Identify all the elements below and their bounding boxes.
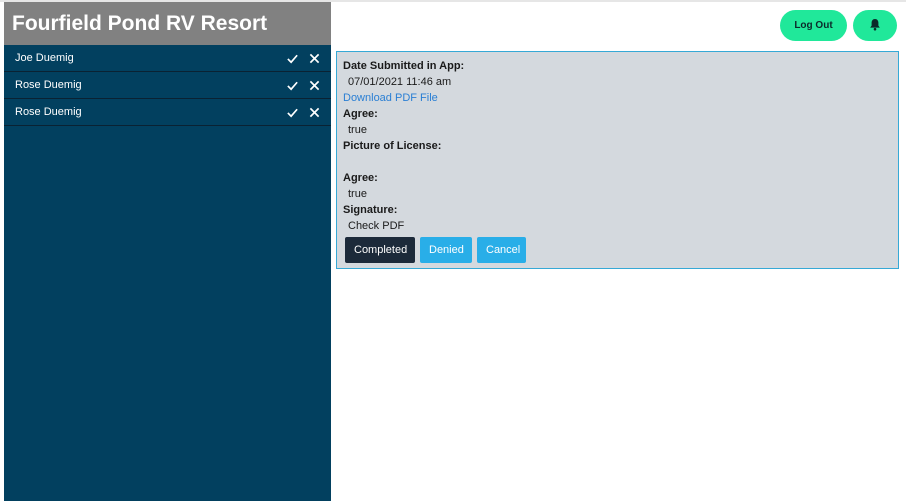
check-icon[interactable] bbox=[285, 78, 299, 92]
license-picture bbox=[343, 154, 892, 170]
sidebar-item-joe-duemig[interactable]: Joe Duemig bbox=[4, 45, 331, 72]
sidebar-item-rose-duemig[interactable]: Rose Duemig bbox=[4, 72, 331, 99]
download-pdf-link[interactable]: Download PDF File bbox=[343, 90, 892, 106]
close-icon[interactable] bbox=[307, 51, 321, 65]
signature-label: Signature: bbox=[343, 204, 398, 216]
date-submitted-label: Date Submitted in App: bbox=[343, 60, 465, 72]
close-icon[interactable] bbox=[307, 105, 321, 119]
app-root: Fourfield Pond RV Resort Joe Duemig Rose… bbox=[0, 0, 906, 501]
date-submitted-value: 07/01/2021 11:46 am bbox=[348, 76, 452, 88]
check-icon[interactable] bbox=[285, 51, 299, 65]
logout-button[interactable]: Log Out bbox=[780, 10, 847, 41]
sidebar-item-rose-duemig-2[interactable]: Rose Duemig bbox=[4, 99, 331, 126]
bell-icon bbox=[869, 18, 881, 34]
completed-button[interactable]: Completed bbox=[345, 237, 415, 263]
submission-detail-panel: Date Submitted in App: 07/01/2021 11:46 … bbox=[336, 51, 899, 269]
agree-value-2: true bbox=[348, 188, 367, 200]
sidebar: Fourfield Pond RV Resort Joe Duemig Rose… bbox=[4, 2, 331, 501]
sidebar-item-label: Rose Duemig bbox=[15, 79, 82, 91]
app-title: Fourfield Pond RV Resort bbox=[4, 2, 331, 45]
notifications-button[interactable] bbox=[853, 10, 897, 41]
close-icon[interactable] bbox=[307, 78, 321, 92]
agree-value: true bbox=[348, 124, 367, 136]
sidebar-item-label: Rose Duemig bbox=[15, 106, 82, 118]
denied-button[interactable]: Denied bbox=[420, 237, 472, 263]
agree-label: Agree: bbox=[343, 108, 378, 120]
license-picture-label: Picture of License: bbox=[343, 140, 442, 152]
signature-value: Check PDF bbox=[348, 220, 405, 232]
agree-label-2: Agree: bbox=[343, 172, 378, 184]
sidebar-item-label: Joe Duemig bbox=[15, 52, 74, 64]
check-icon[interactable] bbox=[285, 105, 299, 119]
action-buttons: Completed Denied Cancel bbox=[345, 237, 526, 263]
cancel-button[interactable]: Cancel bbox=[477, 237, 526, 263]
